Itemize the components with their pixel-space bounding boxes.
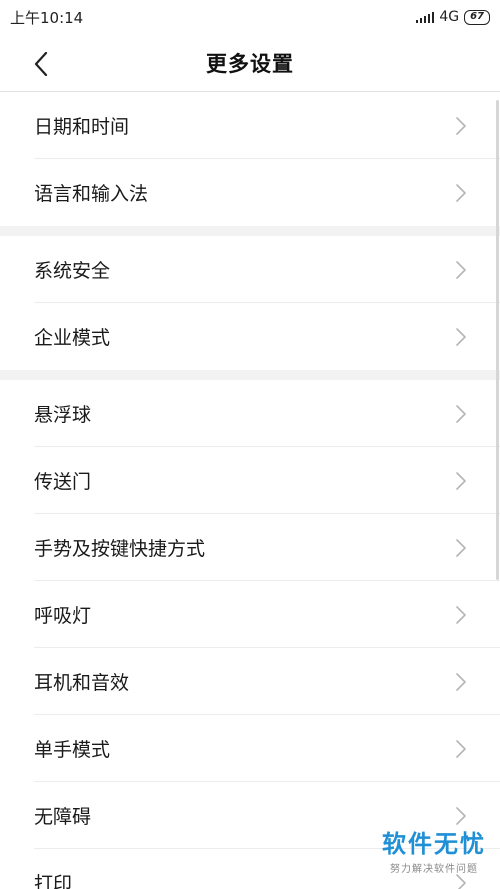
- settings-group: 系统安全 企业模式: [0, 236, 500, 370]
- settings-item[interactable]: 耳机和音效: [0, 648, 500, 715]
- settings-item-label: 打印: [34, 873, 73, 889]
- chevron-right-icon: [456, 605, 470, 625]
- watermark: 软件无忧 努力解决软件问题: [382, 824, 486, 875]
- back-button[interactable]: [26, 49, 56, 79]
- settings-item[interactable]: 企业模式: [0, 303, 500, 370]
- settings-group: 悬浮球传送门手势及按键快捷方式 呼吸灯耳机和音效单手模式无障碍打印: [0, 380, 500, 889]
- settings-group: 日期和时间语言和输入法: [0, 92, 500, 226]
- group-separator: [0, 370, 500, 380]
- status-time: 上午10:14: [10, 8, 84, 27]
- chevron-right-icon: [456, 404, 470, 424]
- settings-item-label: 日期和时间: [34, 116, 130, 138]
- settings-item[interactable]: 手势及按键快捷方式: [0, 514, 500, 581]
- settings-item-label: 单手模式: [34, 739, 111, 761]
- settings-item[interactable]: 单手模式: [0, 715, 500, 782]
- settings-item[interactable]: 呼吸灯: [0, 581, 500, 648]
- page-title: 更多设置: [206, 51, 294, 76]
- settings-item[interactable]: 系统安全: [0, 236, 500, 303]
- settings-item[interactable]: 日期和时间: [0, 92, 500, 159]
- watermark-title: 软件无忧: [382, 830, 486, 858]
- status-bar: 上午10:14 4G 67: [0, 0, 500, 34]
- chevron-right-icon: [456, 116, 470, 136]
- chevron-left-icon: [34, 52, 48, 76]
- settings-item-label: 企业模式: [34, 327, 111, 349]
- settings-item[interactable]: 传送门: [0, 447, 500, 514]
- settings-item[interactable]: 语言和输入法: [0, 159, 500, 226]
- signal-icon: [415, 11, 435, 23]
- settings-item[interactable]: 悬浮球: [0, 380, 500, 447]
- settings-item-label: 呼吸灯: [34, 605, 92, 627]
- chevron-right-icon: [456, 327, 470, 347]
- battery-icon: 67: [464, 9, 490, 25]
- settings-item-label: 传送门: [34, 471, 92, 493]
- settings-item-label: 语言和输入法: [34, 183, 149, 205]
- chevron-right-icon: [456, 183, 470, 203]
- settings-item-label: 无障碍: [34, 806, 92, 828]
- watermark-subtitle: 努力解决软件问题: [390, 864, 478, 875]
- chevron-right-icon: [456, 471, 470, 491]
- settings-item-label: 手势及按键快捷方式: [34, 538, 206, 560]
- header: 更多设置: [0, 34, 500, 92]
- settings-item-label: 耳机和音效: [34, 672, 130, 694]
- chevron-right-icon: [456, 806, 470, 826]
- chevron-right-icon: [456, 672, 470, 692]
- group-separator: [0, 226, 500, 236]
- chevron-right-icon: [456, 260, 470, 280]
- status-indicators: 4G 67: [415, 9, 490, 25]
- scrollbar[interactable]: [496, 100, 499, 580]
- settings-item-label: 悬浮球: [34, 404, 92, 426]
- chevron-right-icon: [456, 739, 470, 759]
- settings-item-label: 系统安全: [34, 260, 111, 282]
- settings-list: 日期和时间语言和输入法 系统安全企业模式悬浮球传送门手势及按键快捷方式 呼吸灯耳机和…: [0, 92, 500, 889]
- network-type: 4G: [439, 9, 460, 25]
- chevron-right-icon: [456, 538, 470, 558]
